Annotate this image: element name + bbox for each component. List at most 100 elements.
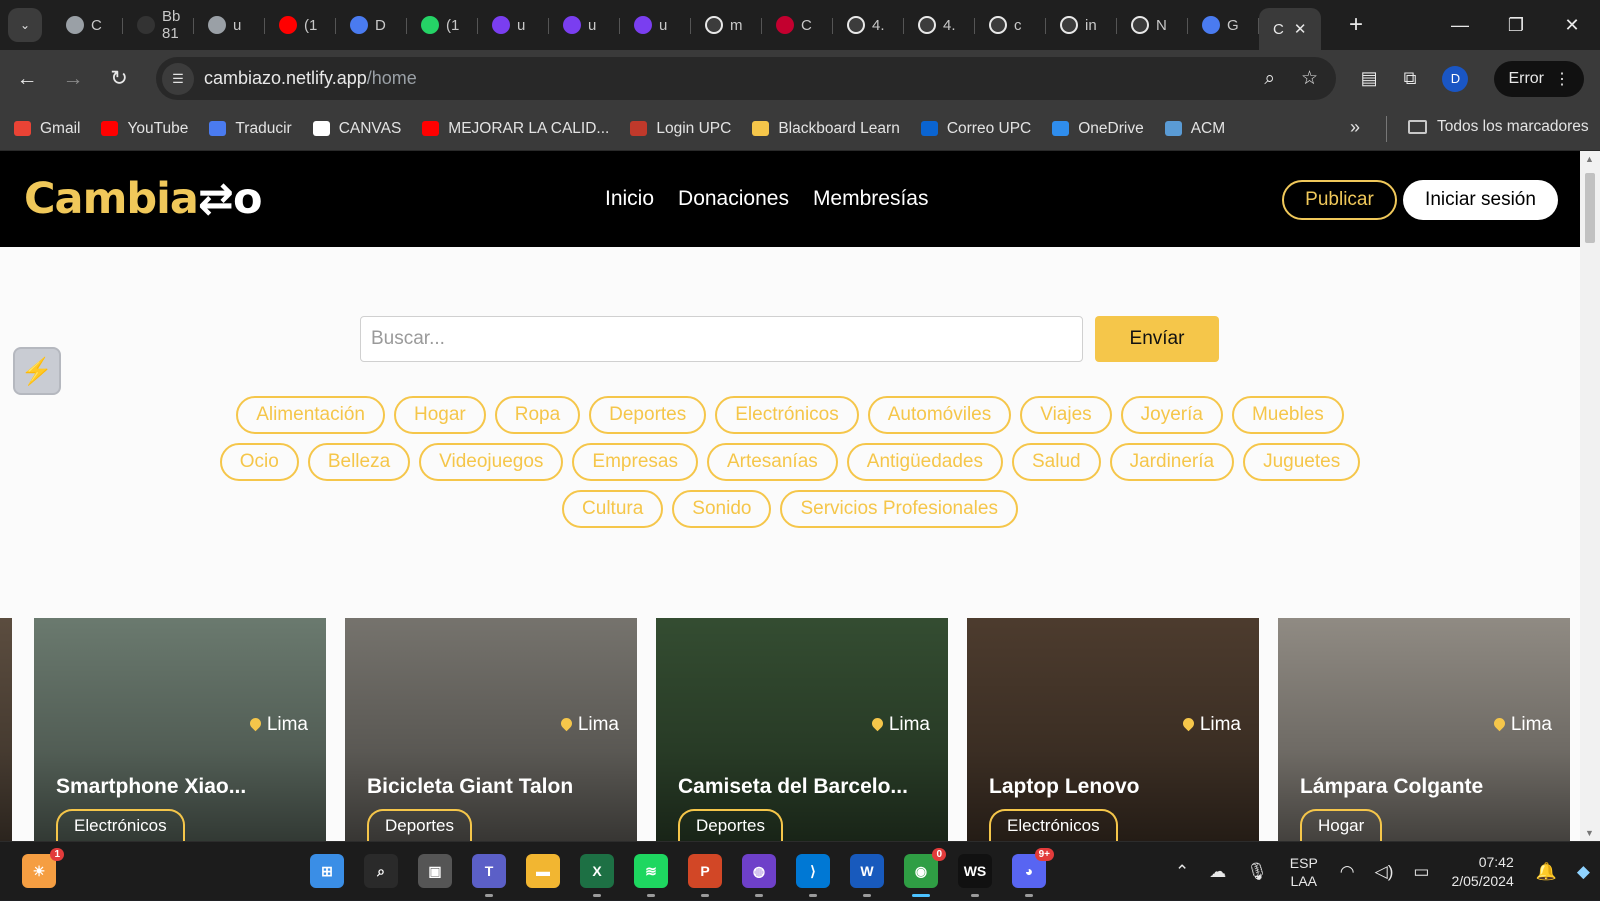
browser-tab[interactable]: (1 [265,6,336,44]
close-window-button[interactable]: ✕ [1544,15,1600,36]
category-chip[interactable]: Juguetes [1243,443,1361,481]
product-card[interactable]: Lima Lámpara Colgante Hogar [1278,618,1570,841]
bookmark-item[interactable]: YouTube [101,120,188,138]
search-icon[interactable]: ⌕ [364,854,398,888]
active-browser-tab[interactable]: C ✕ [1259,8,1321,50]
category-chip[interactable]: Belleza [307,443,411,481]
microphone-icon[interactable]: 🎙 [1246,862,1268,882]
browser-tab[interactable]: in [1046,6,1117,44]
cambiazo-logo[interactable]: Cambia ⇄o [24,171,262,227]
browser-tab[interactable]: (1 [407,6,478,44]
search-input[interactable] [360,316,1083,362]
bookmark-item[interactable]: Correo UPC [920,120,1031,138]
browser-tab[interactable]: 4. [833,6,904,44]
battery-icon[interactable]: ▭ [1413,862,1429,882]
file-explorer-icon[interactable]: ▬ [526,854,560,888]
site-info-icon[interactable]: ☰ [162,62,194,95]
task-view-icon[interactable]: ▣ [418,854,452,888]
category-chip[interactable]: Cultura [562,490,664,528]
zoom-icon[interactable]: ⌕ [1264,68,1275,90]
scroll-up-icon[interactable]: ▲ [1585,154,1594,164]
login-button[interactable]: Iniciar sesión [1403,180,1558,220]
onedrive-tray-icon[interactable]: ☁ [1209,862,1226,882]
browser-tab[interactable]: u [194,6,265,44]
browser-tab[interactable]: u [478,6,549,44]
category-chip[interactable]: Automóviles [867,396,1012,434]
product-card[interactable]: Lima Smartphone Xiao... Electrónicos [34,618,326,841]
bookmark-item[interactable]: OneDrive [1052,120,1144,138]
new-tab-button[interactable]: + [1341,11,1371,39]
bookmarks-overflow-button[interactable]: » [1350,117,1360,138]
browser-tab[interactable]: Bb 81 [123,6,194,44]
browser-tab[interactable]: c [975,6,1046,44]
category-chip[interactable]: Servicios Profesionales [780,490,1018,528]
browser-tab[interactable]: 4. [904,6,975,44]
media-icon[interactable]: ▤ [1361,68,1378,89]
nav-link[interactable]: Inicio [605,187,654,211]
spotify-icon[interactable]: ≋ [634,854,668,888]
bookmark-item[interactable]: Login UPC [630,120,731,138]
clock[interactable]: 07:42 2/05/2024 [1451,853,1513,891]
category-chip[interactable]: Ropa [494,396,581,434]
back-button[interactable]: ← [8,67,46,91]
browser-tab[interactable]: N [1117,6,1188,44]
category-chip[interactable]: Joyería [1120,396,1223,434]
bookmark-item[interactable]: ACM [1164,120,1225,138]
close-tab-icon[interactable]: ✕ [1294,20,1307,38]
category-chip[interactable]: Salud [1012,443,1101,481]
category-chip[interactable]: Viajes [1020,396,1112,434]
url-text[interactable]: cambiazo.netlify.app/home [204,68,417,89]
github-icon[interactable]: ◍ [742,854,776,888]
excel-icon[interactable]: X [580,854,614,888]
browser-tab[interactable]: G [1188,6,1259,44]
send-button[interactable]: Envíar [1095,316,1219,362]
chevron-up-icon[interactable]: ⌃ [1175,862,1189,882]
category-chip[interactable]: Videojuegos [419,443,564,481]
browser-tab[interactable]: C [762,6,833,44]
notifications-icon[interactable]: 🔔 [1536,862,1557,882]
profile-avatar[interactable]: D [1442,65,1469,92]
powerpoint-icon[interactable]: P [688,854,722,888]
category-chip[interactable]: Empresas [572,443,698,481]
category-chip[interactable]: Artesanías [706,443,838,481]
discord-icon[interactable]: ◕ 9+ [1012,848,1054,888]
extensions-icon[interactable]: ⧉ [1404,68,1417,89]
browser-tab[interactable]: D [336,6,407,44]
word-icon[interactable]: W [850,854,884,888]
chrome-icon[interactable]: ◉ 0 [904,848,946,888]
scroll-down-icon[interactable]: ▼ [1585,828,1594,838]
widgets-icon[interactable]: ☀ 1 [22,848,64,888]
teams-icon[interactable]: T [472,854,506,888]
page-scrollbar[interactable]: ▲ ▼ [1580,151,1600,841]
bookmark-star-icon[interactable]: ☆ [1301,67,1318,90]
browser-tab[interactable]: C [52,6,123,44]
category-chip[interactable]: Hogar [393,396,486,434]
scrollbar-thumb[interactable] [1585,173,1595,243]
bookmark-item[interactable]: Gmail [14,120,80,138]
category-chip[interactable]: Antigüedades [846,443,1003,481]
address-bar[interactable]: ☰ cambiazo.netlify.app/home ⌕ ☆ [156,57,1336,100]
tab-search-button[interactable]: ⌄ [8,8,42,42]
category-chip[interactable]: Jardinería [1109,443,1235,481]
vscode-icon[interactable]: ⟩ [796,854,830,888]
restore-button[interactable]: ❐ [1488,15,1544,36]
minimize-button[interactable]: — [1432,15,1488,36]
category-chip[interactable]: Muebles [1231,396,1344,434]
floating-widget-button[interactable]: ⚡ [13,347,61,395]
bookmark-item[interactable]: Traducir [209,120,292,138]
category-chip[interactable]: Ocio [219,443,299,481]
copilot-icon[interactable]: ◆ [1577,862,1590,882]
all-bookmarks-button[interactable]: Todos los marcadores [1408,118,1589,136]
volume-icon[interactable]: ◁) [1375,862,1394,882]
category-chip[interactable]: Deportes [589,396,707,434]
wifi-icon[interactable]: ◠ [1340,862,1355,882]
product-card-partial[interactable] [0,618,12,841]
forward-button[interactable]: → [54,67,92,91]
browser-tab[interactable]: m [691,6,762,44]
browser-tab[interactable]: u [549,6,620,44]
reload-button[interactable]: ↻ [100,66,138,91]
webstorm-icon[interactable]: WS [958,854,992,888]
error-menu-button[interactable]: Error ⋮ [1494,60,1584,97]
category-chip[interactable]: Electrónicos [715,396,859,434]
category-chip[interactable]: Alimentación [236,396,385,434]
